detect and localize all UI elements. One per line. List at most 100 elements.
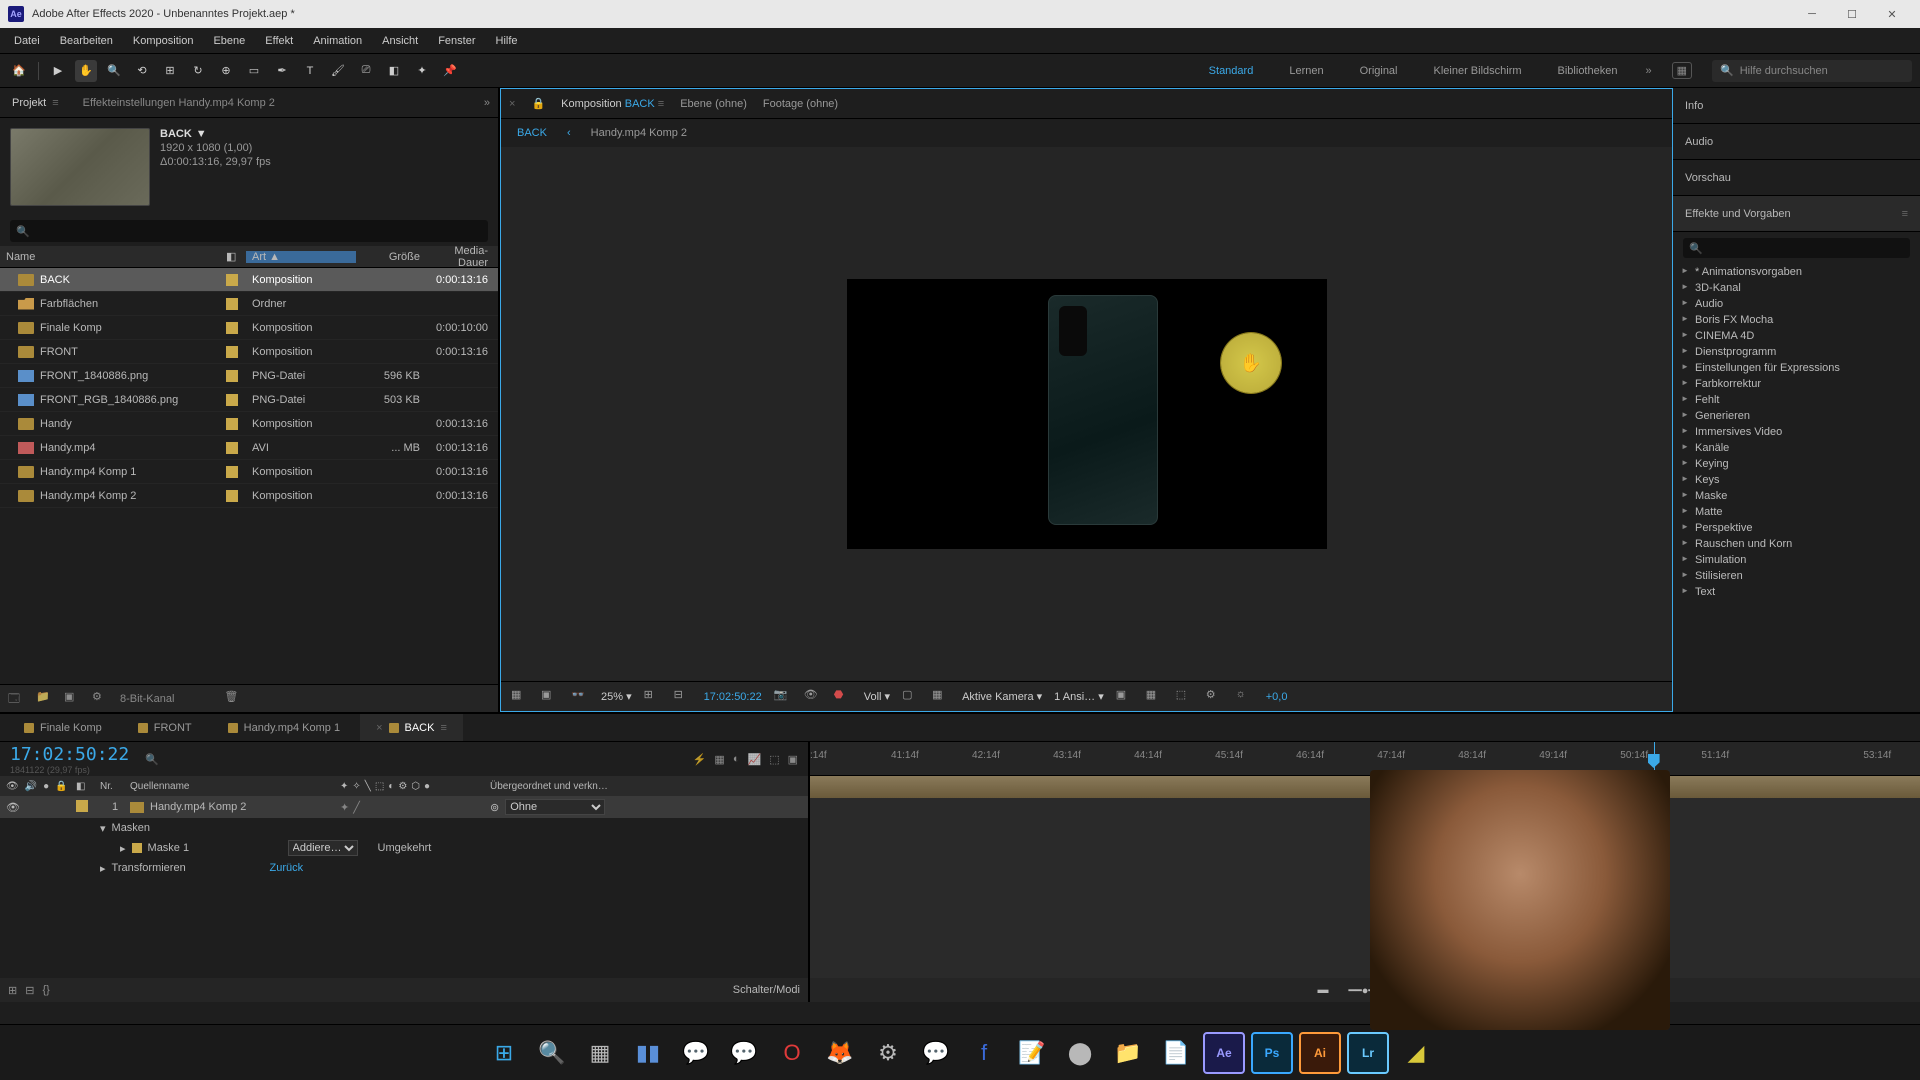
- effect-category[interactable]: Boris FX Mocha: [1673, 312, 1920, 328]
- project-item[interactable]: Handy.mp4 Komp 1Komposition0:00:13:16: [0, 460, 498, 484]
- settings-icon[interactable]: ⚙: [92, 690, 110, 708]
- alpha-icon[interactable]: ▦: [511, 688, 529, 706]
- workspace-settings-icon[interactable]: ▦: [1672, 62, 1692, 79]
- label-col[interactable]: ◧: [72, 781, 100, 792]
- panel-menu-icon[interactable]: ≡: [1902, 208, 1908, 220]
- project-item[interactable]: FRONTKomposition0:00:13:16: [0, 340, 498, 364]
- effect-category[interactable]: Dienstprogramm: [1673, 344, 1920, 360]
- audio-panel-tab[interactable]: Audio: [1673, 124, 1920, 160]
- firefox-icon[interactable]: 🦊: [819, 1032, 861, 1074]
- menu-datei[interactable]: Datei: [4, 28, 50, 53]
- comp-viewer[interactable]: [501, 147, 1672, 681]
- opera-icon[interactable]: O: [771, 1032, 813, 1074]
- masks-group[interactable]: ▾Masken: [0, 818, 808, 838]
- effects-search[interactable]: 🔍: [1683, 238, 1910, 258]
- selection-tool-icon[interactable]: ▶: [47, 60, 69, 82]
- project-tab[interactable]: Projekt≡: [0, 88, 71, 117]
- roi-icon[interactable]: ▢: [902, 688, 920, 706]
- timeline-timecode[interactable]: 17:02:50:22: [10, 744, 129, 765]
- effect-category[interactable]: Maske: [1673, 488, 1920, 504]
- effect-category[interactable]: Matte: [1673, 504, 1920, 520]
- timeline-tab[interactable]: FRONT: [122, 714, 208, 741]
- effect-settings-tab[interactable]: Effekteinstellungen Handy.mp4 Komp 2: [71, 88, 287, 117]
- project-item[interactable]: BACKKomposition0:00:13:16: [0, 268, 498, 292]
- graph-editor-icon[interactable]: 📈: [747, 753, 761, 766]
- brush-tool-icon[interactable]: 🖌: [327, 60, 349, 82]
- effect-category[interactable]: Farbkorrektur: [1673, 376, 1920, 392]
- effect-category[interactable]: Audio: [1673, 296, 1920, 312]
- clone-tool-icon[interactable]: ⎚: [355, 60, 377, 82]
- camera-dropdown[interactable]: Aktive Kamera ▾: [962, 690, 1042, 703]
- zoom-out-icon[interactable]: ▬: [1317, 984, 1328, 996]
- mask-icon[interactable]: 👓: [571, 688, 589, 706]
- effect-category[interactable]: CINEMA 4D: [1673, 328, 1920, 344]
- toggle-brackets-icon[interactable]: {}: [42, 984, 49, 996]
- workspace-biblio[interactable]: Bibliotheken: [1550, 61, 1626, 81]
- exposure-icon[interactable]: ☼: [1236, 688, 1254, 706]
- start-button[interactable]: ⊞: [483, 1032, 525, 1074]
- switches-col[interactable]: ✦✧╲⬚◐⚙⬡●: [340, 781, 490, 792]
- effect-category[interactable]: Stilisieren: [1673, 568, 1920, 584]
- zoom-dropdown[interactable]: 25% ▾: [601, 690, 632, 703]
- effect-category[interactable]: * Animationsvorgaben: [1673, 264, 1920, 280]
- interpret-icon[interactable]: 🗔: [8, 690, 26, 708]
- layer-row-1[interactable]: 👁 1 Handy.mp4 Komp 2 ✦╱ ⊚ Ohne: [0, 796, 808, 818]
- effect-category[interactable]: Rauschen und Korn: [1673, 536, 1920, 552]
- col-size[interactable]: Größe: [356, 251, 426, 263]
- menu-komposition[interactable]: Komposition: [123, 28, 204, 53]
- menu-ebene[interactable]: Ebene: [203, 28, 255, 53]
- switches-modes-toggle[interactable]: Schalter/Modi: [733, 984, 800, 996]
- project-item[interactable]: Handy.mp4 Komp 2Komposition0:00:13:16: [0, 484, 498, 508]
- draft-3d-icon[interactable]: ⬚: [769, 753, 779, 766]
- pick-whip-icon[interactable]: ⊚: [490, 801, 499, 814]
- task-view-icon[interactable]: ▦: [579, 1032, 621, 1074]
- menu-effekt[interactable]: Effekt: [255, 28, 303, 53]
- menu-fenster[interactable]: Fenster: [428, 28, 485, 53]
- new-comp-icon[interactable]: ▣: [64, 690, 82, 708]
- workspace-standard[interactable]: Standard: [1201, 61, 1262, 81]
- effect-category[interactable]: Kanäle: [1673, 440, 1920, 456]
- project-item[interactable]: HandyKomposition0:00:13:16: [0, 412, 498, 436]
- frame-blend-icon[interactable]: ▦: [714, 753, 724, 766]
- menu-ansicht[interactable]: Ansicht: [372, 28, 428, 53]
- transform-group[interactable]: ▸Transformieren Zurück: [0, 858, 808, 878]
- project-item[interactable]: Finale KompKomposition0:00:10:00: [0, 316, 498, 340]
- vorschau-panel-tab[interactable]: Vorschau: [1673, 160, 1920, 196]
- renderer-icon[interactable]: ⚙: [1206, 688, 1224, 706]
- timeline-tab[interactable]: × BACK ≡: [360, 714, 463, 741]
- effects-panel-tab[interactable]: Effekte und Vorgaben≡: [1673, 196, 1920, 232]
- mask-mode-dropdown[interactable]: Addiere…: [288, 840, 358, 856]
- dropdown-icon[interactable]: ▼: [196, 128, 207, 140]
- panel-overflow-icon[interactable]: »: [476, 97, 498, 109]
- render-icon[interactable]: ▣: [788, 753, 798, 766]
- zoom-tool-icon[interactable]: 🔍: [103, 60, 125, 82]
- col-tag[interactable]: ◧: [220, 250, 246, 263]
- layer-eye-icon[interactable]: 👁: [6, 802, 20, 814]
- after-effects-taskbar-icon[interactable]: Ae: [1203, 1032, 1245, 1074]
- fast-preview-icon[interactable]: ▦: [1146, 688, 1164, 706]
- effect-category[interactable]: Keying: [1673, 456, 1920, 472]
- trash-icon[interactable]: 🗑: [224, 690, 242, 708]
- views-dropdown[interactable]: 1 Ansi… ▾: [1054, 690, 1104, 703]
- breadcrumb-back[interactable]: BACK: [517, 127, 547, 139]
- shape-tool-icon[interactable]: ▭: [243, 60, 265, 82]
- eraser-tool-icon[interactable]: ◧: [383, 60, 405, 82]
- notepad-icon[interactable]: 📄: [1155, 1032, 1197, 1074]
- comp-lock-icon[interactable]: 🔒: [531, 97, 545, 110]
- breadcrumb-handy[interactable]: Handy.mp4 Komp 2: [591, 127, 687, 139]
- home-icon[interactable]: 🏠: [8, 60, 30, 82]
- new-folder-icon[interactable]: 📁: [36, 690, 54, 708]
- lightroom-taskbar-icon[interactable]: Lr: [1347, 1032, 1389, 1074]
- menu-animation[interactable]: Animation: [303, 28, 372, 53]
- project-search[interactable]: 🔍: [10, 220, 488, 242]
- notes-icon[interactable]: 📝: [1011, 1032, 1053, 1074]
- motion-blur-icon[interactable]: ◐: [733, 753, 740, 766]
- guides-icon[interactable]: ⊟: [674, 688, 692, 706]
- minimize-button[interactable]: ─: [1792, 0, 1832, 28]
- solo-col-icon[interactable]: ●: [43, 781, 49, 792]
- snapshot-icon[interactable]: 📷: [774, 688, 792, 706]
- messenger-icon[interactable]: 💬: [915, 1032, 957, 1074]
- layer-clip[interactable]: [810, 776, 1920, 798]
- comp-tab-footage[interactable]: Footage (ohne): [763, 98, 838, 110]
- show-snapshot-icon[interactable]: 👁: [804, 688, 822, 706]
